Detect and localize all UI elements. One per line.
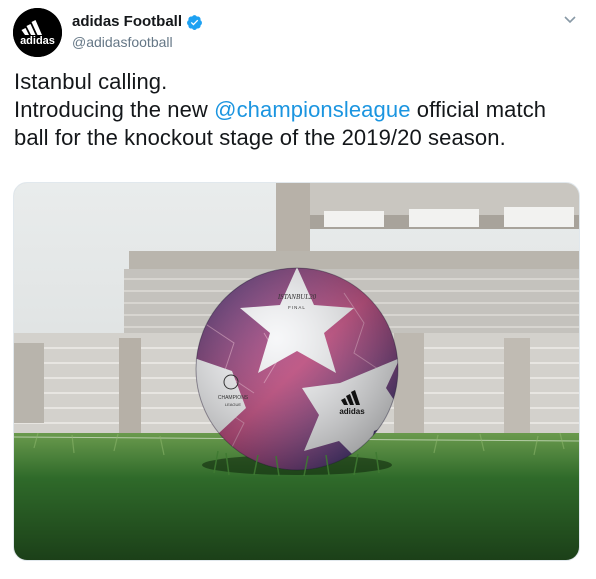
tweet-line-2-prefix: Introducing the new [14, 97, 215, 122]
ball-champions: CHAMPIONS [218, 395, 249, 401]
ball-brand: adidas [339, 407, 365, 416]
tweet-card: adidas adidas Football @adidasfootball I… [0, 0, 596, 579]
user-info: adidas Football @adidasfootball [72, 13, 203, 51]
avatar[interactable]: adidas [13, 8, 62, 57]
tweet-media-photo[interactable]: ISTANBUL20 FINAL CHAMPIONS LEAGUE adidas [13, 182, 580, 561]
handle[interactable]: @adidasfootball [72, 34, 203, 51]
verified-badge-icon [186, 14, 203, 31]
ball-league: LEAGUE [225, 402, 242, 407]
tweet-line-2: Introducing the new @championsleague off… [14, 96, 584, 124]
adidas-logo-icon: adidas [13, 8, 62, 57]
mention-link[interactable]: @championsleague [214, 97, 410, 122]
tweet-text: Istanbul calling. Introducing the new @c… [14, 68, 584, 152]
chevron-down-icon[interactable] [562, 12, 578, 28]
ball-final-sub: FINAL [288, 305, 306, 310]
tweet-line-3: ball for the knockout stage of the 2019/… [14, 125, 506, 150]
tweet-line-2-suffix: official match [410, 97, 547, 122]
ball-final-logo: ISTANBUL20 [277, 293, 317, 301]
tweet-line-1: Istanbul calling. [14, 69, 168, 94]
stadium-ball-photo: ISTANBUL20 FINAL CHAMPIONS LEAGUE adidas [14, 183, 579, 560]
avatar-text: adidas [20, 35, 55, 47]
display-name[interactable]: adidas Football [72, 13, 182, 31]
